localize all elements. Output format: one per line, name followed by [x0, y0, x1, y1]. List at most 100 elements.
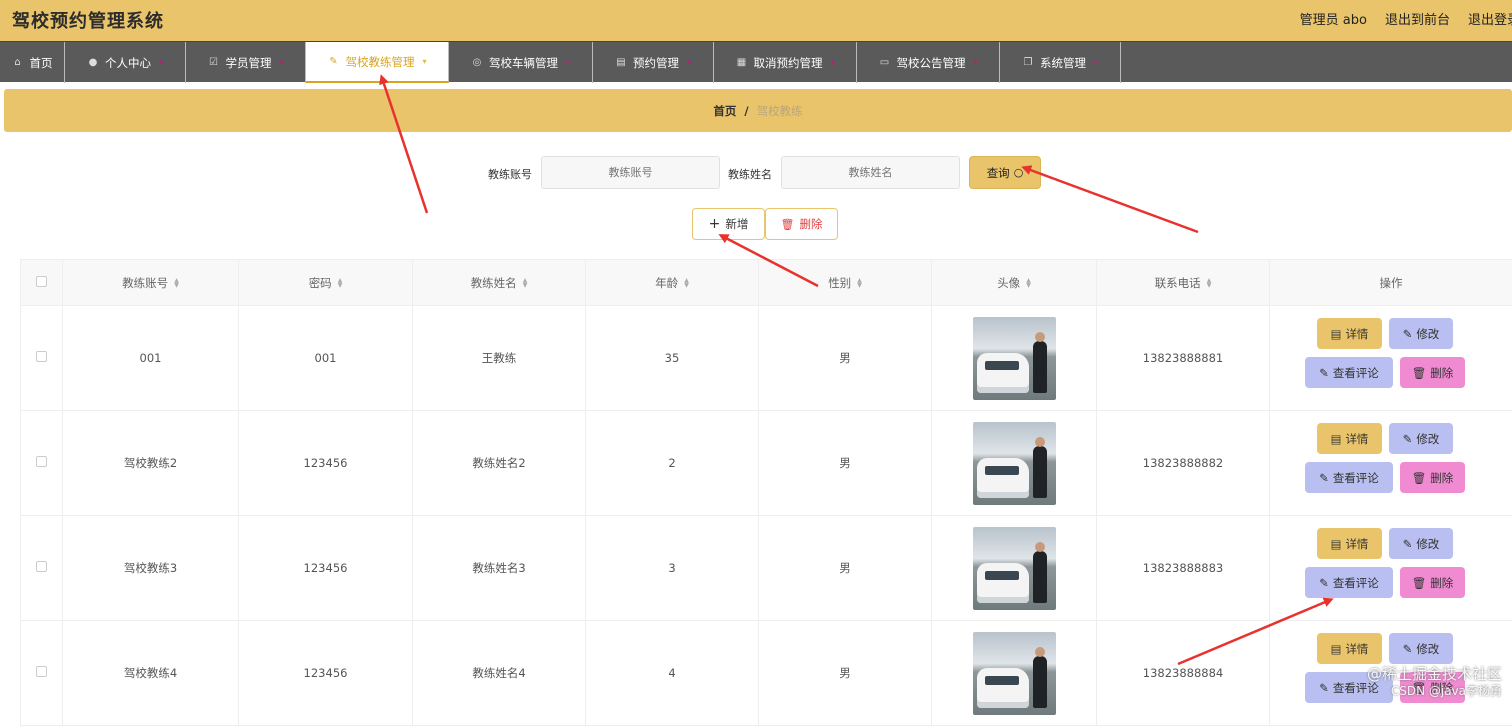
briefcase-icon: ▤ — [615, 57, 627, 69]
cell-gender: 男 — [759, 516, 932, 621]
sort-icon: ▲▼ — [523, 278, 528, 288]
row-checkbox[interactable] — [36, 456, 47, 467]
watermark: @稀土掘金技术社区 CSDN @java李杨勇 — [1367, 666, 1502, 700]
trash-icon: 🗑 — [1412, 366, 1427, 380]
select-all-checkbox[interactable] — [36, 276, 47, 287]
avatar[interactable] — [973, 527, 1056, 610]
document-icon: ▤ — [1331, 642, 1342, 656]
row-delete-button[interactable]: 🗑删除 — [1400, 462, 1465, 493]
nav-item-appointments[interactable]: ▤ 预约管理 ▾ — [593, 42, 714, 83]
column-header-password[interactable]: 密码▲▼ — [239, 260, 413, 306]
account-search-input[interactable] — [541, 156, 720, 189]
avatar[interactable] — [973, 632, 1056, 715]
table-row: 驾校教练2 123456 教练姓名2 2 男 13823888882 ▤详情 ✎… — [21, 411, 1512, 516]
column-header-age[interactable]: 年龄▲▼ — [586, 260, 759, 306]
add-button[interactable]: + 新增 — [692, 208, 765, 240]
view-comments-button[interactable]: ✎查看评论 — [1305, 462, 1393, 493]
query-button-label: 查询 — [987, 165, 1010, 181]
cell-name: 教练姓名2 — [413, 411, 586, 516]
edit-button[interactable]: ✎修改 — [1389, 528, 1453, 559]
view-comments-button[interactable]: ✎查看评论 — [1305, 567, 1393, 598]
logout-link[interactable]: 退出登录 — [1468, 9, 1512, 28]
detail-button[interactable]: ▤详情 — [1317, 423, 1382, 454]
delete-label: 删除 — [1430, 365, 1453, 381]
row-select-cell — [21, 306, 63, 411]
row-select-cell — [21, 411, 63, 516]
cell-age: 3 — [586, 516, 759, 621]
watermark-line2: CSDN @java李杨勇 — [1367, 683, 1502, 700]
cell-phone: 13823888883 — [1097, 516, 1270, 621]
row-checkbox[interactable] — [36, 351, 47, 362]
plus-icon: + — [709, 216, 721, 232]
nav-item-system[interactable]: ❐ 系统管理 ▾ — [1000, 42, 1121, 83]
cell-password: 123456 — [239, 411, 413, 516]
name-search-input[interactable] — [781, 156, 960, 189]
nav-item-vehicles[interactable]: ◎ 驾校车辆管理 ▾ — [449, 42, 593, 83]
top-header: 驾校预约管理系统 管理员 abo 退出到前台 退出登录 — [0, 0, 1512, 41]
column-header-avatar[interactable]: 头像▲▼ — [932, 260, 1097, 306]
pencil-icon: ✎ — [1319, 471, 1329, 485]
nav-item-label: 系统管理 — [1040, 55, 1086, 71]
query-button[interactable]: 查询 ○ — [969, 156, 1041, 189]
nav-item-announcements[interactable]: ▭ 驾校公告管理 ▾ — [857, 42, 1000, 83]
cell-account: 驾校教练2 — [63, 411, 239, 516]
breadcrumb-home[interactable]: 首页 — [713, 103, 736, 119]
select-all-cell — [21, 260, 63, 306]
table-row: 驾校教练4 123456 教练姓名4 4 男 13823888884 ▤详情 ✎… — [21, 621, 1512, 726]
column-header-gender[interactable]: 性别▲▼ — [759, 260, 932, 306]
cell-avatar — [932, 306, 1097, 411]
avatar[interactable] — [973, 317, 1056, 400]
cell-password: 001 — [239, 306, 413, 411]
header-user-menu: 管理员 abo 退出到前台 退出登录 — [1300, 9, 1512, 28]
table-row: 驾校教练3 123456 教练姓名3 3 男 13823888883 ▤详情 ✎… — [21, 516, 1512, 621]
detail-button[interactable]: ▤详情 — [1317, 633, 1382, 664]
column-header-account[interactable]: 教练账号 ▲▼ — [63, 260, 239, 306]
detail-label: 详情 — [1345, 536, 1368, 552]
row-delete-button[interactable]: 🗑删除 — [1400, 357, 1465, 388]
cell-name: 王教练 — [413, 306, 586, 411]
row-select-cell — [21, 621, 63, 726]
edit-button[interactable]: ✎修改 — [1389, 633, 1453, 664]
edit-button[interactable]: ✎修改 — [1389, 318, 1453, 349]
chevron-down-icon: ▾ — [1094, 58, 1098, 67]
nav-item-label: 取消预约管理 — [753, 55, 822, 71]
row-checkbox[interactable] — [36, 561, 47, 572]
row-checkbox[interactable] — [36, 666, 47, 677]
column-header-phone[interactable]: 联系电话▲▼ — [1097, 260, 1270, 306]
column-header-label: 教练账号 — [122, 276, 168, 290]
cell-actions: ▤详情 ✎修改 ✎查看评论 🗑删除 — [1270, 516, 1512, 621]
sort-icon: ▲▼ — [174, 278, 179, 288]
batch-delete-button[interactable]: 🗑 删除 — [765, 208, 838, 240]
chevron-down-icon: ▾ — [159, 58, 163, 67]
cell-password: 123456 — [239, 621, 413, 726]
detail-button[interactable]: ▤详情 — [1317, 318, 1382, 349]
main-nav: ⌂ 首页 ● 个人中心 ▾ ☑ 学员管理 ▾ ✎ 驾校教练管理 ▾ ◎ 驾校车辆… — [0, 41, 1512, 82]
back-to-front-link[interactable]: 退出到前台 — [1385, 9, 1450, 28]
cell-gender: 男 — [759, 411, 932, 516]
add-button-label: 新增 — [725, 216, 748, 232]
comment-label: 查看评论 — [1333, 575, 1379, 591]
cell-gender: 男 — [759, 306, 932, 411]
compass-icon: ◎ — [471, 57, 483, 69]
nav-item-coaches[interactable]: ✎ 驾校教练管理 ▾ — [306, 42, 449, 83]
detail-button[interactable]: ▤详情 — [1317, 528, 1382, 559]
nav-item-cancellations[interactable]: ▦ 取消预约管理 ▾ — [714, 42, 857, 83]
nav-item-profile[interactable]: ● 个人中心 ▾ — [65, 42, 186, 83]
trash-icon: 🗑 — [781, 218, 795, 231]
nav-item-home[interactable]: ⌂ 首页 — [0, 42, 65, 83]
nav-item-students[interactable]: ☑ 学员管理 ▾ — [186, 42, 306, 83]
trash-icon: 🗑 — [1412, 576, 1427, 590]
breadcrumb-current: 驾校教练 — [757, 103, 803, 119]
nav-item-label: 驾校教练管理 — [345, 54, 414, 70]
pencil-icon: ✎ — [1403, 432, 1413, 446]
detail-label: 详情 — [1345, 326, 1368, 342]
cell-phone: 13823888884 — [1097, 621, 1270, 726]
column-header-name[interactable]: 教练姓名▲▼ — [413, 260, 586, 306]
view-comments-button[interactable]: ✎查看评论 — [1305, 357, 1393, 388]
trash-icon: 🗑 — [1412, 471, 1427, 485]
row-delete-button[interactable]: 🗑删除 — [1400, 567, 1465, 598]
avatar[interactable] — [973, 422, 1056, 505]
edit-button[interactable]: ✎修改 — [1389, 423, 1453, 454]
column-header-actions: 操作 — [1270, 260, 1512, 306]
nav-item-label: 个人中心 — [105, 55, 151, 71]
